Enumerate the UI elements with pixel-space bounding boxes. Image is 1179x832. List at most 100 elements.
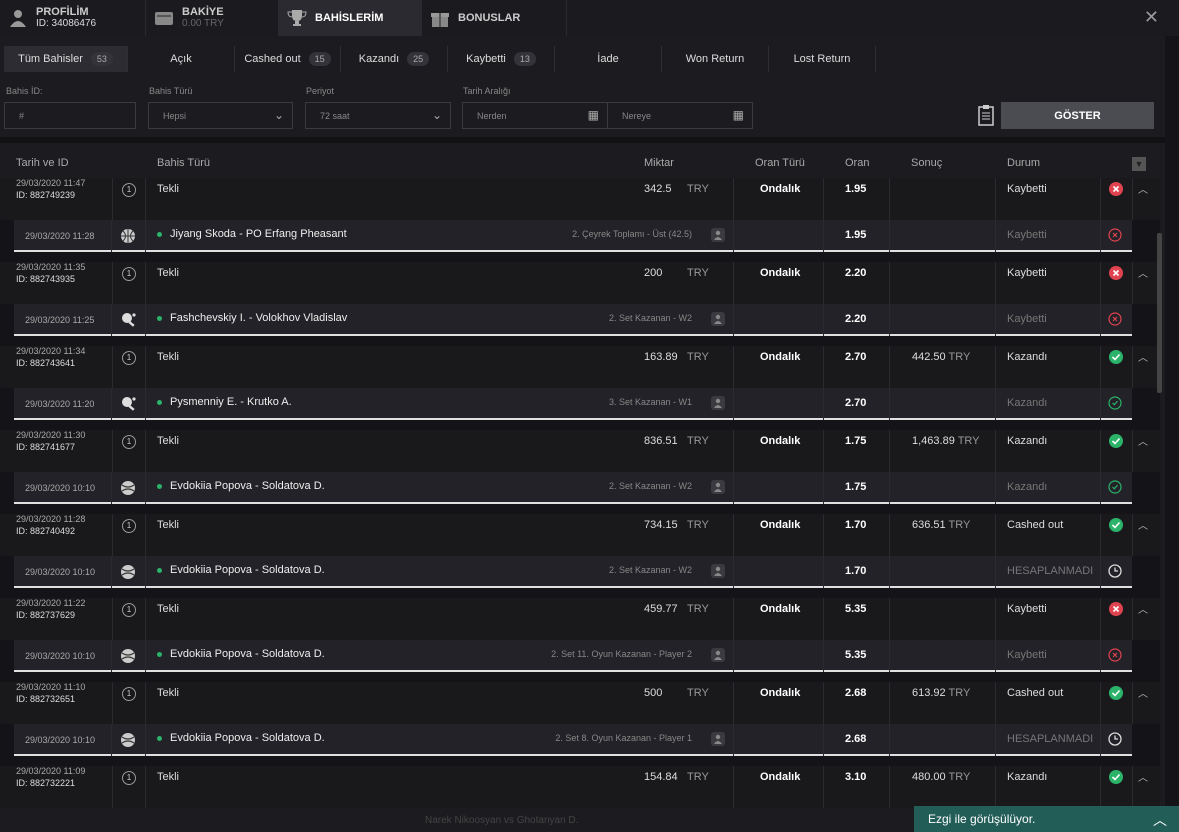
info-icon[interactable] <box>711 648 725 662</box>
clipboard-icon[interactable] <box>978 104 994 129</box>
bet-row[interactable]: 29/03/2020 11:35 ID: 882743935 1 Tekli 200 TR… <box>0 262 1160 304</box>
info-icon[interactable] <box>711 228 725 242</box>
collapse-chevron-icon[interactable]: ︿ <box>1138 517 1148 532</box>
collapse-chevron-icon[interactable]: ︿ <box>1138 265 1148 280</box>
show-button[interactable]: GÖSTER <box>1001 102 1154 129</box>
bet-row[interactable]: 29/03/2020 11:30 ID: 882741677 1 Tekli 836.5… <box>0 430 1160 472</box>
selection-row: 29/03/2020 10:10 Evdokiia Popova - Soldat… <box>0 640 1160 682</box>
info-icon[interactable] <box>711 732 725 746</box>
date-to-input[interactable]: Nereye ▦ <box>607 102 753 129</box>
bet-date: 29/03/2020 11:35 <box>16 262 86 272</box>
tab-refund[interactable]: İade <box>555 46 662 72</box>
col-amount: Miktar <box>644 157 674 169</box>
collapse-chevron-icon[interactable]: ︿ <box>1138 685 1148 700</box>
bet-type-select[interactable]: Hepsi ⌄ <box>148 102 293 129</box>
bet-odds: 3.10 <box>845 771 867 783</box>
tab-all-bets[interactable]: Tüm Bahisler 53 <box>4 46 128 72</box>
tab-won-return[interactable]: Won Return <box>662 46 769 72</box>
info-icon[interactable] <box>711 396 725 410</box>
bet-currency: TRY <box>687 435 709 447</box>
nav-my-bets[interactable]: BAHİSLERİM <box>279 0 422 36</box>
collapse-chevron-icon[interactable]: ︿ <box>1138 769 1148 784</box>
tab-count: 25 <box>407 52 430 66</box>
tab-count: 15 <box>308 52 331 66</box>
tab-label: Cashed out <box>244 53 301 65</box>
chevron-up-icon[interactable]: ︿ <box>1153 810 1167 830</box>
calendar-icon[interactable]: ▦ <box>733 108 744 122</box>
tab-lost-return[interactable]: Lost Return <box>769 46 876 72</box>
selection-match-name: Evdokiia Popova - Soldatova D. <box>170 732 325 744</box>
tab-lost[interactable]: Kaybetti 13 <box>448 46 555 72</box>
nav-profile[interactable]: PROFİLİM ID: 34086476 <box>0 0 146 36</box>
scrollbar[interactable] <box>1157 233 1162 393</box>
selection-match: Evdokiia Popova - Soldatova D. <box>157 480 325 492</box>
nav-balance[interactable]: BAKİYE 0.00 TRY <box>146 0 279 36</box>
bet-status: Kaybetti <box>1007 267 1047 279</box>
bet-row[interactable]: 29/03/2020 11:34 ID: 882743641 1 Tekli 163.8… <box>0 346 1160 388</box>
single-bet-icon: 1 <box>122 687 136 701</box>
won-check-icon <box>1108 480 1122 497</box>
tab-cashed-out[interactable]: Cashed out 15 <box>235 46 341 72</box>
period-label: Periyot <box>306 86 335 96</box>
bet-result-currency: TRY <box>957 435 980 447</box>
bet-row[interactable]: 29/03/2020 11:28 ID: 882740492 1 Tekli 734.1… <box>0 514 1160 556</box>
bet-row[interactable]: 29/03/2020 11:09 ID: 882732221 1 Tekli 154.8… <box>0 766 1160 808</box>
footer-ghost-label: Narek Nikoosyan vs Ghotanyan D. <box>425 815 579 826</box>
bet-odds: 1.70 <box>845 519 867 531</box>
collapse-chevron-icon[interactable]: ︿ <box>1138 433 1148 448</box>
bet-id-label: Bahis İD: <box>6 86 43 96</box>
bet-amount: 342.5 <box>644 183 672 195</box>
info-icon[interactable] <box>711 312 725 326</box>
nav-balance-amount: 0.00 TRY <box>182 18 224 29</box>
calendar-icon[interactable]: ▦ <box>588 108 599 122</box>
col-date-id: Tarih ve ID <box>16 157 69 169</box>
selection-odds: 5.35 <box>845 649 867 661</box>
bet-type: Tekli <box>157 603 180 615</box>
nav-bonuses-title: BONUSLAR <box>458 12 521 24</box>
collapse-chevron-icon[interactable]: ︿ <box>1138 601 1148 616</box>
tennis-icon <box>120 480 136 496</box>
selection-odds: 2.68 <box>845 733 867 745</box>
bet-result: 442.50 TRY <box>912 351 970 363</box>
selection-market: 3. Set Kazanan - W1 <box>608 397 692 407</box>
selection-row: 29/03/2020 11:25 Fashchevskiy I. - Volokh… <box>0 304 1160 346</box>
bet-result-currency: TRY <box>948 351 971 363</box>
bet-row[interactable]: 29/03/2020 11:22 ID: 882737629 1 Tekli 459.7… <box>0 598 1160 640</box>
nav-bonuses[interactable]: BONUSLAR <box>422 0 567 36</box>
close-icon[interactable]: ✕ <box>1144 7 1159 28</box>
bet-date: 29/03/2020 11:30 <box>16 430 86 440</box>
selection-date: 29/03/2020 10:10 <box>25 735 96 745</box>
selection-date: 29/03/2020 11:20 <box>25 399 95 409</box>
won-check-icon <box>1108 396 1122 413</box>
tab-won[interactable]: Kazandı 25 <box>341 46 448 72</box>
selection-match: Pysmenniy E. - Krutko A. <box>157 396 292 408</box>
nav-profile-title: PROFİLİM <box>36 6 89 18</box>
bet-result: 636.51 TRY <box>912 519 970 531</box>
date-from-input[interactable]: Nerden ▦ <box>462 102 608 129</box>
info-icon[interactable] <box>711 564 725 578</box>
period-select[interactable]: 72 saat ⌄ <box>305 102 451 129</box>
selection-market: 2. Çeyrek Toplamı - Üst (42.5) <box>572 229 692 239</box>
bet-result-amount: 636.51 <box>912 519 946 531</box>
bet-id: ID: 882741677 <box>16 442 76 452</box>
collapse-chevron-icon[interactable]: ︿ <box>1138 349 1148 364</box>
bet-row[interactable]: 29/03/2020 11:10 ID: 882732651 1 Tekli 500 TR… <box>0 682 1160 724</box>
bet-type: Tekli <box>157 687 180 699</box>
single-bet-icon: 1 <box>122 267 136 281</box>
info-icon[interactable] <box>711 480 725 494</box>
bet-amount: 500 <box>644 687 663 699</box>
bet-result-amount: 1,463.89 <box>912 435 955 447</box>
bet-id-input[interactable]: # <box>4 102 136 129</box>
bet-currency: TRY <box>687 771 709 783</box>
collapse-chevron-icon[interactable]: ︿ <box>1138 181 1148 196</box>
bet-result-currency: TRY <box>948 687 971 699</box>
bet-type: Tekli <box>157 183 180 195</box>
tab-open[interactable]: Açık <box>128 46 235 72</box>
collapse-all-icon[interactable]: ▼ <box>1132 157 1146 171</box>
selection-row: 29/03/2020 11:28 Jiyang Skoda - PO Erfang… <box>0 220 1160 262</box>
bet-row[interactable]: 29/03/2020 11:47 ID: 882749239 1 Tekli 342.5… <box>0 178 1160 220</box>
live-chat-bar[interactable]: Ezgi ile görüşülüyor. ︿ <box>914 806 1179 832</box>
bet-currency: TRY <box>687 603 709 615</box>
selection-match-name: Evdokiia Popova - Soldatova D. <box>170 564 325 576</box>
tab-label: Tüm Bahisler <box>18 53 83 65</box>
